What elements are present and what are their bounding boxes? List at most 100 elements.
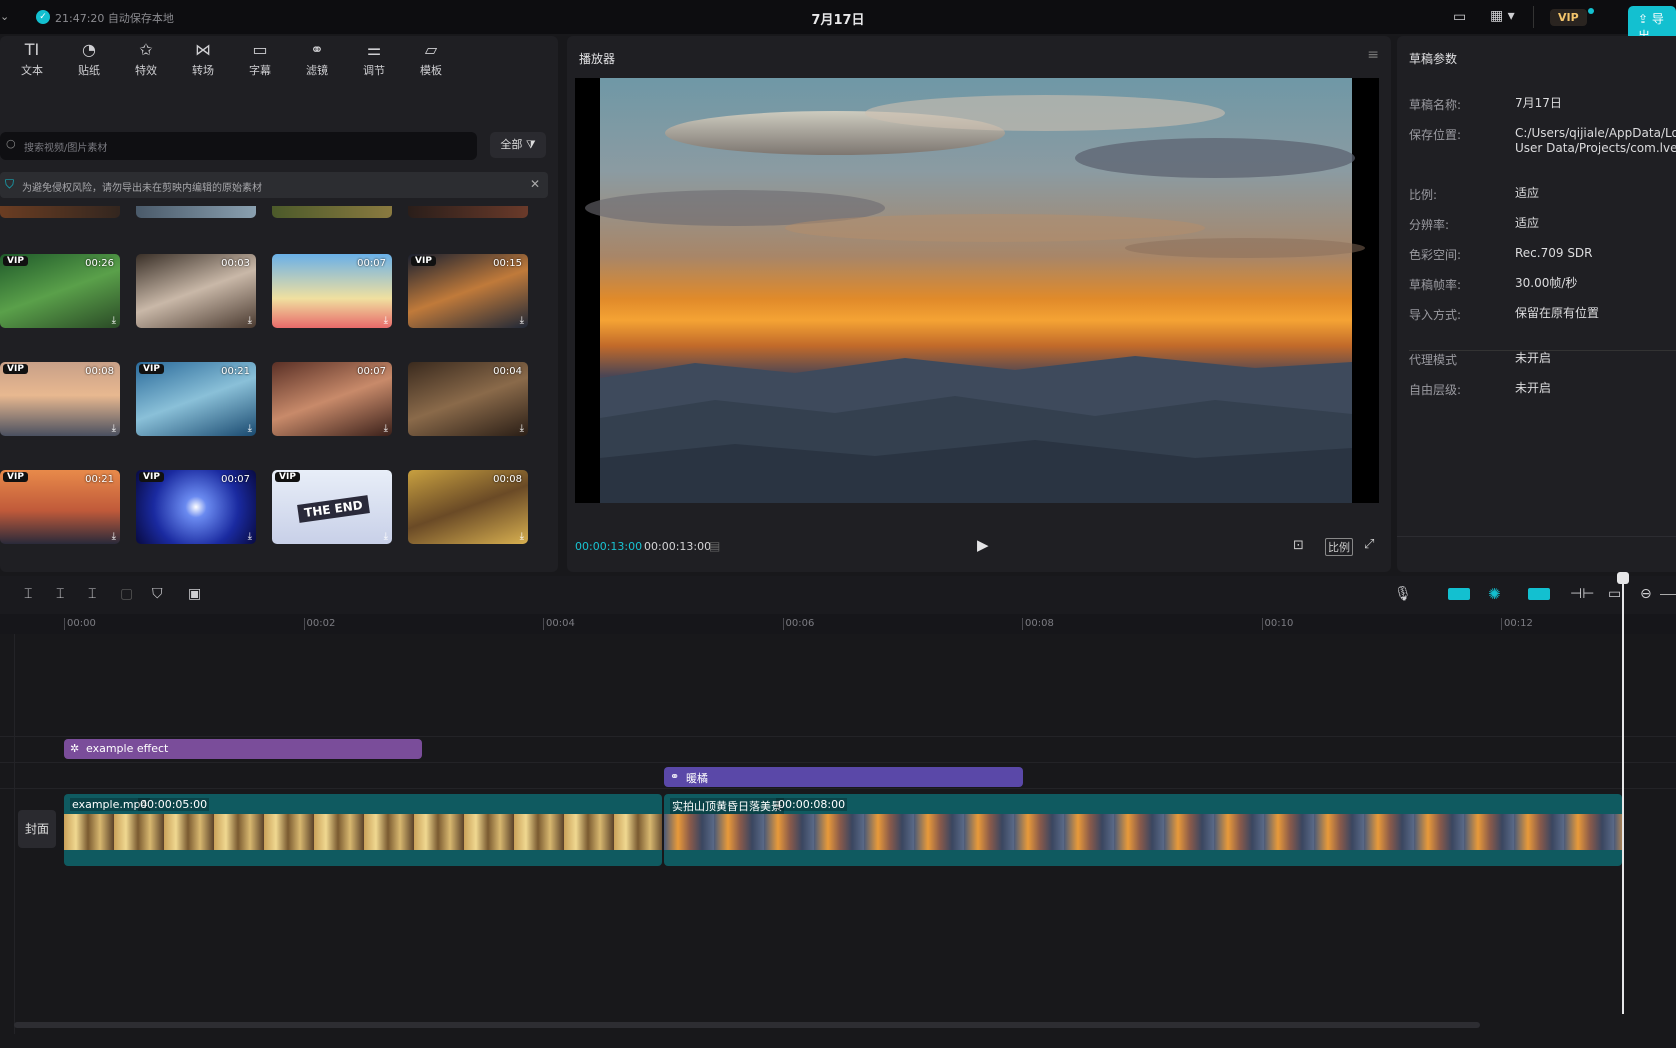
media-thumbnail[interactable]: 00:04 ⤓ [408,362,528,436]
search-placeholder: 搜索视频/图片素材 [24,143,108,154]
tool-template[interactable]: ▱ 模板 [403,40,459,78]
cover-button[interactable]: 封面 [18,810,56,848]
media-thumb-partial[interactable] [0,206,120,218]
download-icon[interactable]: ⤓ [112,315,116,326]
tool-subtitle[interactable]: ▭ 字幕 [232,40,288,78]
tool-transition[interactable]: ⋈ 转场 [175,40,231,78]
crop-icon[interactable]: ▣ [188,586,201,602]
tool-effects[interactable]: ✩ 特效 [118,40,174,78]
ruler-tick-mark [1501,618,1502,630]
shortcut-icon[interactable]: ▭ [1453,9,1466,25]
media-thumb-partial[interactable] [408,206,528,218]
trim-right-icon[interactable]: ⌶ [88,586,96,602]
tool-filter[interactable]: ⚭ 滤镜 [289,40,345,78]
track-divider [0,736,1676,737]
zoom-slider[interactable] [1660,594,1676,595]
download-icon[interactable]: ⤓ [248,531,252,542]
prop-value[interactable]: 7月17日 [1515,96,1676,111]
auto-snap-icon[interactable]: ✺ [1488,585,1501,603]
download-icon[interactable]: ⤓ [248,423,252,434]
media-thumbnail[interactable]: VIP 00:08 ⤓ [0,362,120,436]
playhead-handle[interactable] [1617,572,1629,584]
effect-clip-label: example effect [86,742,169,755]
ruler-tick-mark [782,618,784,630]
delete-icon[interactable]: ▢ [120,586,133,602]
thumb-duration: 00:03 [221,258,250,269]
timeline-toolbar: ⌶ ⌶ ⌶ ▢ ⛉ ▣ 🎙 ✺ ⊣⊢ ▭ ⊖ [0,576,1676,614]
prop-value: 未开启 [1515,351,1552,365]
download-icon[interactable]: ⤓ [520,315,524,326]
fullscreen-icon[interactable]: ⤢ [1364,537,1374,552]
download-icon[interactable]: ⤓ [112,531,116,542]
linkage-icon[interactable] [1528,588,1550,600]
ratio-button[interactable]: 比例 [1325,538,1353,556]
layout-icon[interactable]: ▦ ▾ [1490,8,1515,24]
download-icon[interactable]: ⤓ [112,423,116,434]
media-thumbnail[interactable]: VIP 00:26 ⤓ [0,254,120,328]
main-track-magnet-icon[interactable] [1448,588,1470,600]
media-grid: VIP 00:26 ⤓ 00:03 ⤓ 00:07 ⤓ VIP 00:15 ⤓ VIP 00:08 ⤓ V… [0,218,558,610]
sticker-icon: ◔ [82,40,96,59]
media-thumb-partial[interactable] [272,206,392,218]
marker-icon[interactable]: ⛉ [152,586,163,602]
video-clip-2[interactable]: 实拍山顶黄昏日落美景 00:00:08:00 [664,794,1622,866]
notice-text: 为避免侵权风险，请勿导出未在剪映内编辑的原始素材 [22,183,262,194]
copyright-notice: ⛉ 为避免侵权风险，请勿导出未在剪映内编辑的原始素材 ✕ [0,172,548,198]
play-button[interactable]: ▶ [977,536,989,554]
horizontal-scrollbar[interactable] [14,1022,1480,1028]
download-icon[interactable]: ⤓ [520,423,524,434]
export-icon: ⇪ [1638,12,1652,26]
search-input[interactable]: ○ 搜索视频/图片素材 [0,132,477,160]
filter-button[interactable]: 全部 ⧩ [490,132,546,158]
media-thumbnail[interactable]: VIP 00:15 ⤓ [408,254,528,328]
props-divider [1409,350,1676,351]
playhead[interactable] [1622,578,1624,1014]
tool-sticker[interactable]: ◔ 贴纸 [61,40,117,78]
ruler-tick-mark [64,618,65,630]
split-icon[interactable]: ⌶ [24,586,32,602]
menu-icon[interactable]: ≡ [1367,47,1379,63]
vip-badge: VIP [275,472,300,482]
shield-check-icon: ⛉ [5,177,15,191]
media-thumbnail[interactable]: VIP 00:21 ⤓ [0,470,120,544]
download-icon[interactable]: ⤓ [384,315,388,326]
download-icon[interactable]: ⤓ [520,531,524,542]
media-thumbnail[interactable]: VIP THE END ⤓ [272,470,392,544]
download-icon[interactable]: ⤓ [384,531,388,542]
current-time: 00:00:13:00 [575,540,643,553]
tool-text[interactable]: TI 文本 [4,40,60,78]
trim-left-icon[interactable]: ⌶ [56,586,64,602]
notification-dot [1588,8,1594,14]
media-thumbnail[interactable]: 00:07 ⤓ [272,254,392,328]
media-thumb-partial[interactable] [136,206,256,218]
props-bottom-divider [1397,536,1676,537]
microphone-icon[interactable]: 🎙 [1394,586,1412,602]
zoom-out-icon[interactable]: ⊖ [1640,586,1652,602]
media-thumbnail[interactable]: 00:08 ⤓ [408,470,528,544]
download-icon[interactable]: ⤓ [384,423,388,434]
media-thumbnail[interactable]: 00:03 ⤓ [136,254,256,328]
filter-clip[interactable]: ⚭ 暖橘 [664,767,1023,787]
media-thumbnail[interactable]: VIP 00:21 ⤓ [136,362,256,436]
video-clip-1[interactable]: example.mp4 00:00:05:00 [64,794,662,866]
prop-value: 保留在原有位置 [1515,306,1600,320]
waveform-icon[interactable]: ▤ [709,539,720,553]
vip-badge[interactable]: VIP [1550,9,1587,26]
prop-label: 保存位置: [1409,128,1462,142]
tool-adjust[interactable]: ⚌ 调节 [346,40,402,78]
tool-label: 调节 [363,64,385,77]
media-thumbnail[interactable]: VIP 00:07 ⤓ [136,470,256,544]
thumb-duration: 00:26 [85,258,114,269]
fit-icon[interactable]: ▭ [1608,586,1621,602]
player-title: 播放器 [579,52,616,66]
close-icon[interactable]: ✕ [530,177,540,191]
effect-clip[interactable]: ✲ example effect [64,739,422,759]
vip-badge: VIP [3,472,28,482]
preview-axis-icon[interactable]: ⊣⊢ [1570,586,1594,602]
thumb-duration: 00:21 [221,366,250,377]
download-icon[interactable]: ⤓ [248,315,252,326]
screenshot-icon[interactable]: ⊡ [1293,538,1304,553]
media-thumbnail[interactable]: 00:07 ⤓ [272,362,392,436]
prop-label: 导入方式: [1409,308,1462,322]
vip-badge: VIP [3,256,28,266]
